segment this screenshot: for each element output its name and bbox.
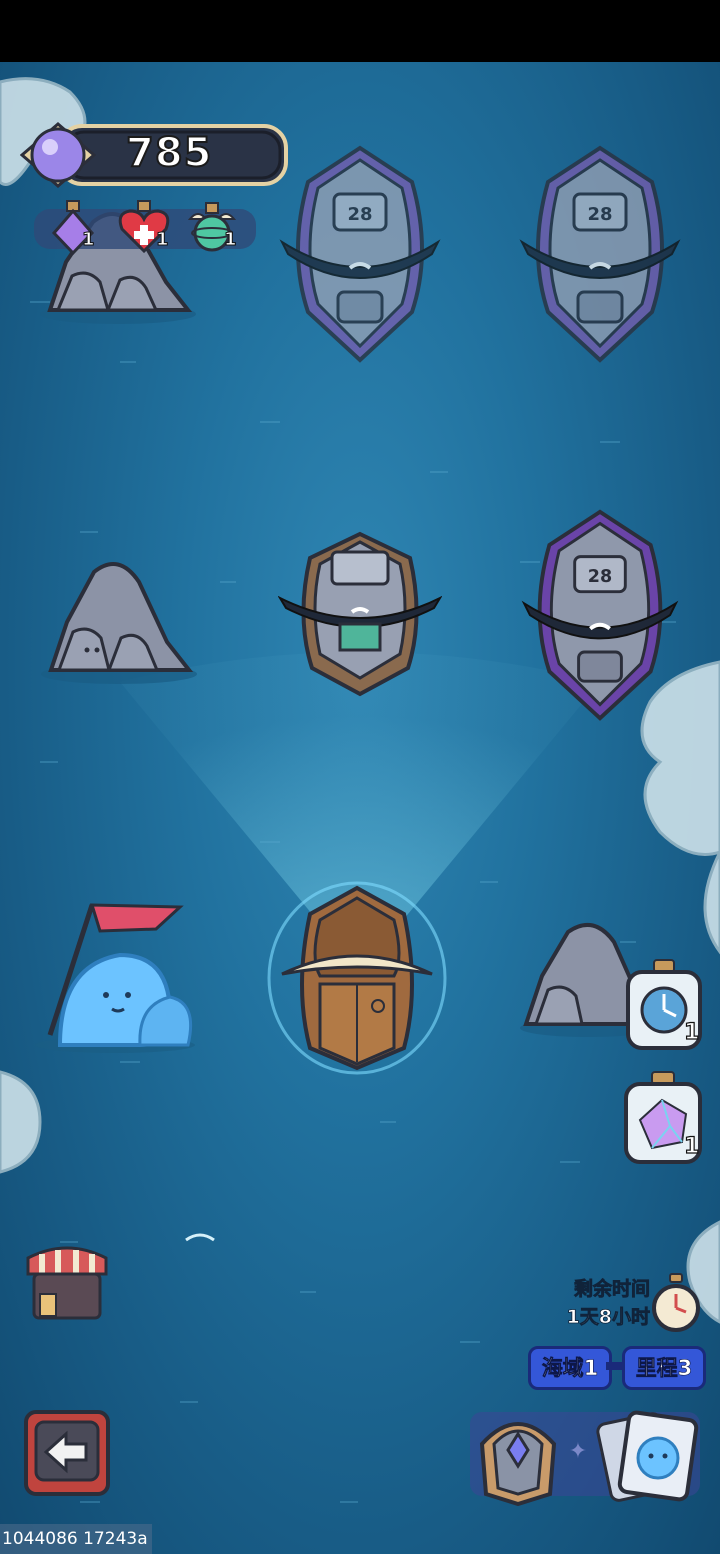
stopwatch-icon[interactable]: [650, 1272, 702, 1334]
ship-level-label: 28: [587, 204, 612, 225]
potion-count: 1: [224, 229, 237, 251]
enemy-ship[interactable]: 28: [512, 506, 688, 726]
wave-mark: [185, 1233, 215, 1242]
heart-potion-icon[interactable]: 1: [116, 199, 172, 255]
mileage-badge[interactable]: 里程3: [622, 1346, 706, 1390]
time-remaining-label: 剩余时间: [573, 1278, 651, 1301]
back-button[interactable]: [22, 1408, 112, 1498]
shop-stall-icon: [26, 1246, 108, 1320]
crystal-orb-icon: [20, 122, 96, 188]
winged-flask-icon[interactable]: 1: [184, 199, 240, 255]
game-screen: { "resources": { "currency_value": "785"…: [0, 0, 720, 1554]
item-count: 1: [683, 1019, 700, 1045]
ally-blob-flag[interactable]: [20, 885, 210, 1055]
ship-level-label: 28: [347, 204, 372, 225]
potion-count: 1: [82, 229, 95, 251]
item-count: 1: [683, 1133, 700, 1159]
shop-button[interactable]: [22, 1238, 112, 1326]
player-ship[interactable]: [264, 878, 450, 1078]
time-remaining-value: 1天8小时: [566, 1306, 650, 1329]
badge-connector: [606, 1362, 622, 1370]
currency-bar: 785: [20, 120, 290, 190]
ship-level-label: 28: [588, 567, 612, 587]
potion-tray: 1 1 1: [34, 200, 256, 256]
debug-build-text: 1044086 17243a: [0, 1524, 152, 1554]
currency-value: 785: [125, 129, 213, 177]
card-deck-icon: [596, 1410, 699, 1502]
enemy-ship-locked[interactable]: 28: [272, 142, 448, 368]
helmet-button[interactable]: [472, 1404, 564, 1507]
enemy-ship-boss[interactable]: [278, 528, 442, 700]
status-bar: [0, 0, 720, 62]
rock-island: [41, 562, 197, 684]
potion-count: 1: [156, 229, 169, 251]
stopwatch-jar-item[interactable]: 1: [624, 958, 704, 1052]
purple-potion-icon[interactable]: 1: [48, 199, 98, 256]
back-arrow-icon: [24, 1410, 110, 1496]
sparkle-icon: ✦: [568, 1439, 588, 1464]
card-deck-button[interactable]: [596, 1408, 704, 1504]
sea-area-badge[interactable]: 海域1: [528, 1346, 612, 1390]
enemy-ship-locked[interactable]: 28: [512, 142, 688, 368]
helmet-icon: [479, 1422, 557, 1507]
crystal-jar-item[interactable]: 1: [622, 1070, 704, 1166]
